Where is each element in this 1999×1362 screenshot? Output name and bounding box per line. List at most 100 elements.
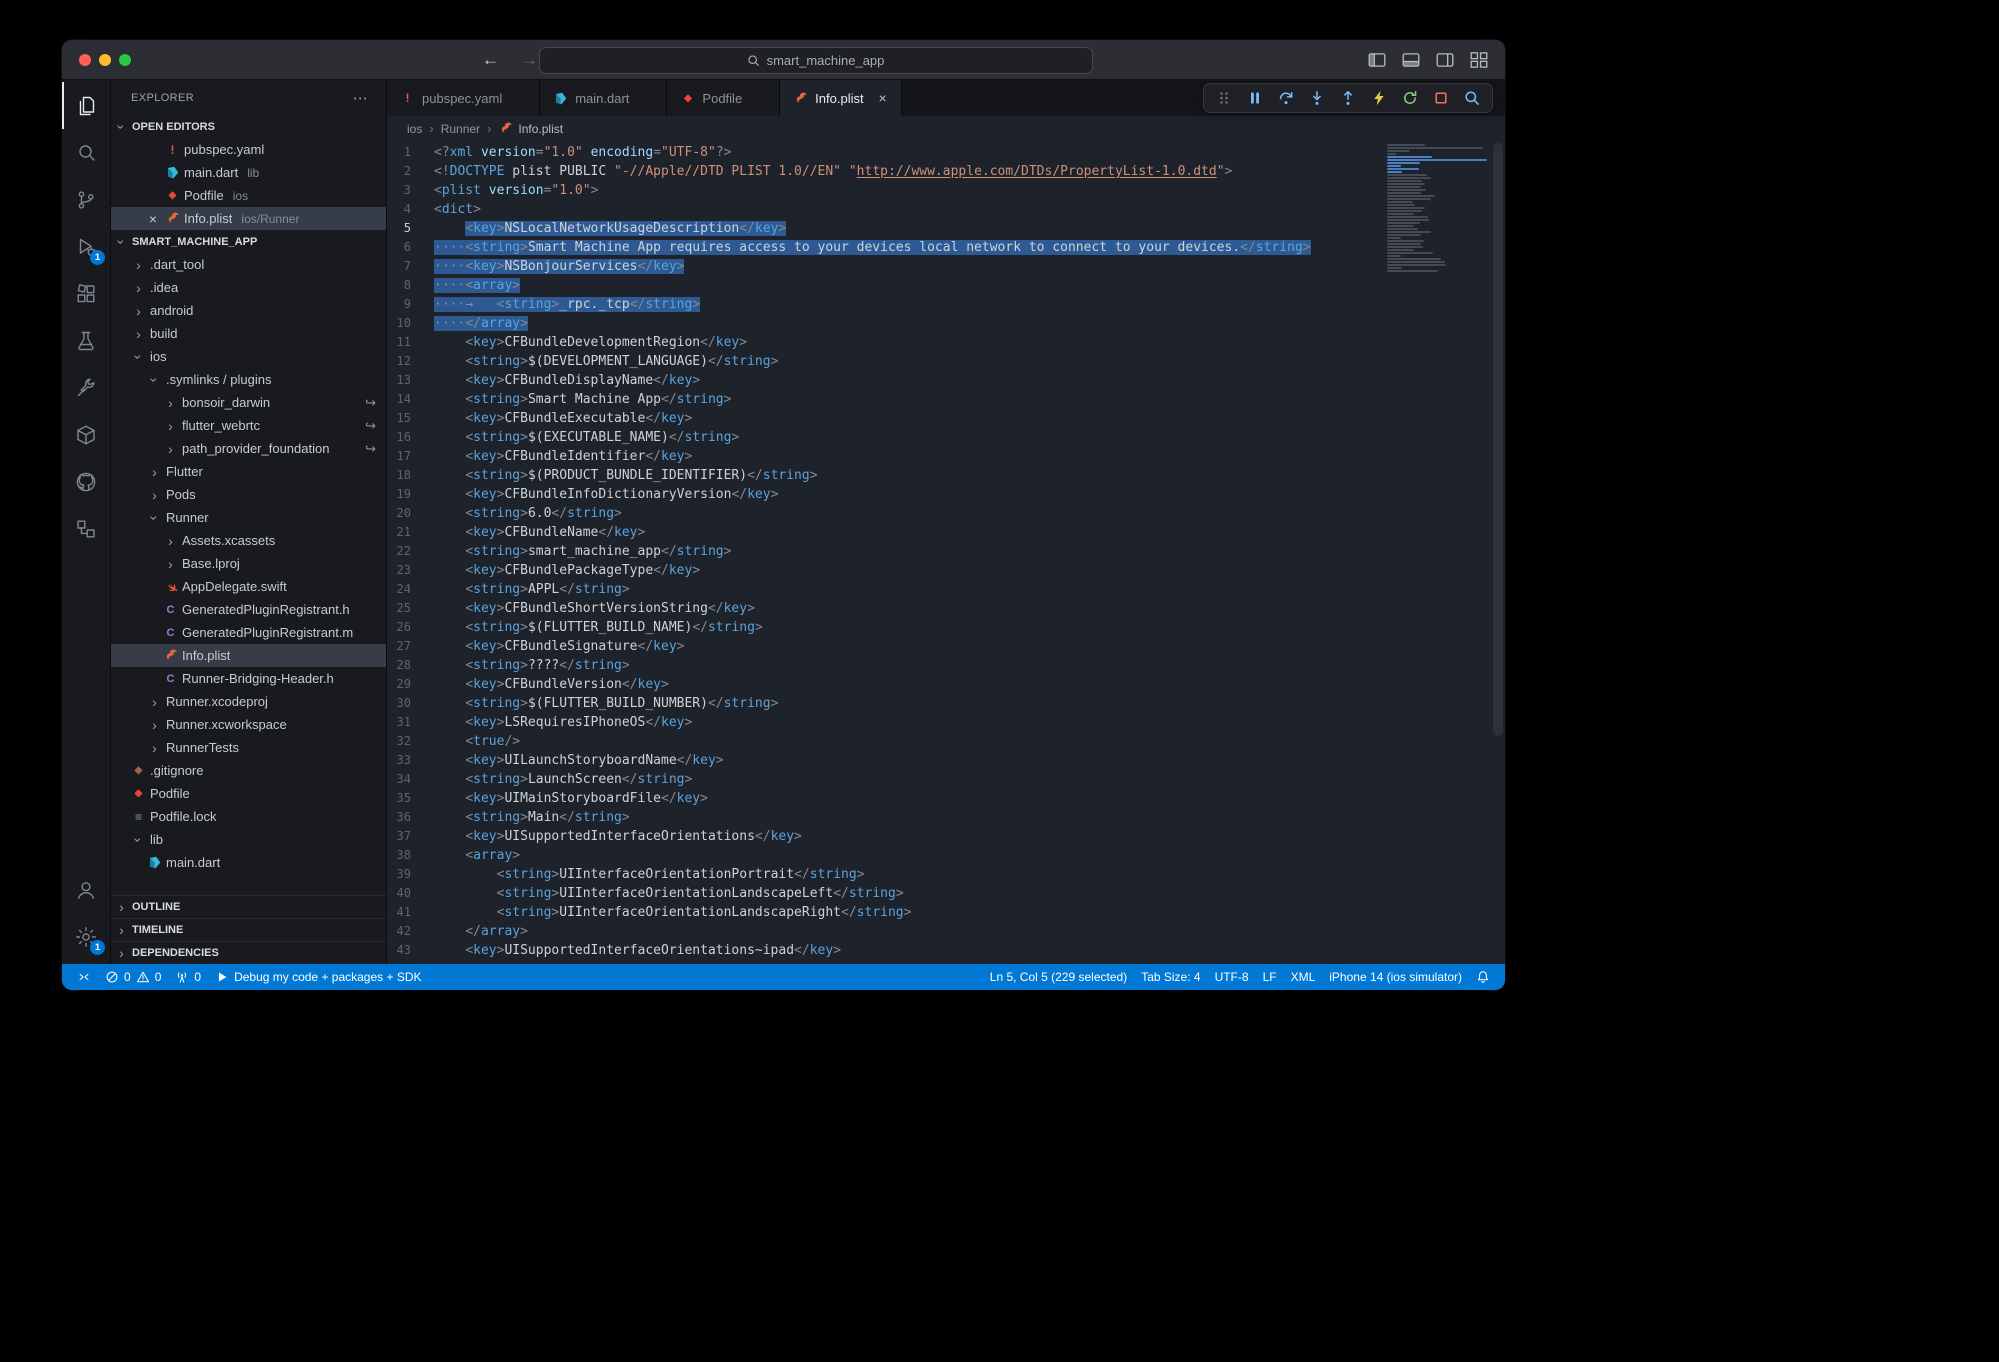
activity-github[interactable] <box>62 458 110 505</box>
close-tab-icon[interactable]: × <box>875 90 891 106</box>
workspace-header[interactable]: › SMART_MACHINE_APP <box>111 230 386 253</box>
code-line[interactable]: 41 <string>UIInterfaceOrientationLandsca… <box>387 903 1375 922</box>
more-actions-button[interactable]: ⋯ <box>353 89 368 107</box>
tree-item-dart-tool[interactable]: ›.dart_tool <box>111 253 386 276</box>
code-line[interactable]: 2<!DOCTYPE plist PUBLIC "-//Apple//DTD P… <box>387 162 1375 181</box>
status-encoding[interactable]: UTF-8 <box>1208 964 1256 990</box>
toggle-panel-button[interactable] <box>1401 50 1421 70</box>
tree-item-flutter[interactable]: ›Flutter <box>111 460 386 483</box>
activity-settings[interactable]: 1 <box>62 913 110 960</box>
code-line[interactable]: 13 <key>CFBundleDisplayName</key> <box>387 371 1375 390</box>
code-line[interactable]: 7····<key>NSBonjourServices</key> <box>387 257 1375 276</box>
section-dependencies[interactable]: ›DEPENDENCIES <box>111 941 386 964</box>
editor-content[interactable]: 1<?xml version="1.0" encoding="UTF-8"?>2… <box>387 143 1375 960</box>
code-line[interactable]: 9····→ <string>_rpc._tcp</string> <box>387 295 1375 314</box>
activity-accounts[interactable] <box>62 866 110 913</box>
toggle-secondary-sidebar-button[interactable] <box>1435 50 1455 70</box>
code-line[interactable]: 31 <key>LSRequiresIPhoneOS</key> <box>387 713 1375 732</box>
code-line[interactable]: 32 <true/> <box>387 732 1375 751</box>
code-line[interactable]: 38 <array> <box>387 846 1375 865</box>
breadcrumb-info-plist[interactable]: Info.plist <box>498 121 563 136</box>
status-problems[interactable]: 00 <box>98 964 168 990</box>
tree-item-runner[interactable]: ›Runner <box>111 506 386 529</box>
activity-search[interactable] <box>62 129 110 176</box>
activity-containers[interactable] <box>62 411 110 458</box>
zoom-window-button[interactable] <box>119 54 131 66</box>
debug-stop-button[interactable] <box>1433 90 1449 106</box>
status-flutter-device[interactable]: iPhone 14 (ios simulator) <box>1322 964 1469 990</box>
code-line[interactable]: 26 <string>$(FLUTTER_BUILD_NAME)</string… <box>387 618 1375 637</box>
tree-item-appdelegate-swift[interactable]: AppDelegate.swift <box>111 575 386 598</box>
code-line[interactable]: 28 <string>????</string> <box>387 656 1375 675</box>
open-editor-main-dart[interactable]: main.dartlib <box>111 161 386 184</box>
editor-scrollbar[interactable] <box>1491 141 1505 964</box>
status-debug-configuration[interactable]: Debug my code + packages + SDK <box>208 964 428 990</box>
tree-item-flutter-webrtc[interactable]: ›flutter_webrtc↪ <box>111 414 386 437</box>
open-editor-info-plist[interactable]: ×Info.plistios/Runner <box>111 207 386 230</box>
tree-item-info-plist[interactable]: Info.plist <box>111 644 386 667</box>
status-notifications[interactable] <box>1469 964 1497 990</box>
activity-testing[interactable] <box>62 317 110 364</box>
activity-extensions[interactable] <box>62 270 110 317</box>
code-line[interactable]: 8····<array> <box>387 276 1375 295</box>
tree-item-gitignore[interactable]: ◆.gitignore <box>111 759 386 782</box>
code-line[interactable]: 20 <string>6.0</string> <box>387 504 1375 523</box>
editor[interactable]: 1<?xml version="1.0" encoding="UTF-8"?>2… <box>387 141 1505 964</box>
scrollbar-thumb[interactable] <box>1493 143 1503 736</box>
code-line[interactable]: 1<?xml version="1.0" encoding="UTF-8"?> <box>387 143 1375 162</box>
tree-item-generatedpluginregistrant-m[interactable]: CGeneratedPluginRegistrant.m <box>111 621 386 644</box>
code-line[interactable]: 27 <key>CFBundleSignature</key> <box>387 637 1375 656</box>
code-line[interactable]: 30 <string>$(FLUTTER_BUILD_NUMBER)</stri… <box>387 694 1375 713</box>
status-cursor-position[interactable]: Ln 5, Col 5 (229 selected) <box>983 964 1134 990</box>
status-ports[interactable]: 0 <box>168 964 208 990</box>
code-line[interactable]: 42 </array> <box>387 922 1375 941</box>
status-remote-indicator[interactable] <box>70 964 98 990</box>
status-eol[interactable]: LF <box>1256 964 1284 990</box>
tree-item-ios[interactable]: ›ios <box>111 345 386 368</box>
close-editor-button[interactable]: × <box>145 211 161 227</box>
code-line[interactable]: 35 <key>UIMainStoryboardFile</key> <box>387 789 1375 808</box>
breadcrumb-runner[interactable]: Runner <box>441 122 480 136</box>
activity-source-control[interactable] <box>62 176 110 223</box>
open-editor-podfile[interactable]: ◆Podfileios <box>111 184 386 207</box>
code-line[interactable]: 25 <key>CFBundleShortVersionString</key> <box>387 599 1375 618</box>
toggle-primary-sidebar-button[interactable] <box>1367 50 1387 70</box>
minimize-window-button[interactable] <box>99 54 111 66</box>
tree-item-path-provider-foundation[interactable]: ›path_provider_foundation↪ <box>111 437 386 460</box>
minimap[interactable] <box>1387 144 1489 273</box>
code-line[interactable]: 17 <key>CFBundleIdentifier</key> <box>387 447 1375 466</box>
code-line[interactable]: 12 <string>$(DEVELOPMENT_LANGUAGE)</stri… <box>387 352 1375 371</box>
open-editors-header[interactable]: › OPEN EDITORS <box>111 115 386 138</box>
command-center-search[interactable]: smart_machine_app <box>539 47 1093 74</box>
code-line[interactable]: 21 <key>CFBundleName</key> <box>387 523 1375 542</box>
debug-restart-button[interactable] <box>1402 90 1418 106</box>
code-line[interactable]: 34 <string>LaunchScreen</string> <box>387 770 1375 789</box>
status-indentation[interactable]: Tab Size: 4 <box>1134 964 1207 990</box>
activity-run-and-debug[interactable]: 1 <box>62 223 110 270</box>
open-editor-pubspec-yaml[interactable]: !pubspec.yaml <box>111 138 386 161</box>
tree-item-android[interactable]: ›android <box>111 299 386 322</box>
code-line[interactable]: 43 <key>UISupportedInterfaceOrientations… <box>387 941 1375 960</box>
go-back-button[interactable]: ← <box>482 50 499 70</box>
code-line[interactable]: 14 <string>Smart Machine App</string> <box>387 390 1375 409</box>
activity-explorer[interactable] <box>62 82 110 129</box>
tree-item-symlinks-plugins[interactable]: ›.symlinks / plugins <box>111 368 386 391</box>
tree-item-runnertests[interactable]: ›RunnerTests <box>111 736 386 759</box>
code-line[interactable]: 33 <key>UILaunchStoryboardName</key> <box>387 751 1375 770</box>
code-line[interactable]: 10····</array> <box>387 314 1375 333</box>
code-line[interactable]: 5 <key>NSLocalNetworkUsageDescription</k… <box>387 219 1375 238</box>
tab-pubspec-yaml[interactable]: !pubspec.yaml× <box>387 80 540 116</box>
code-line[interactable]: 3<plist version="1.0"> <box>387 181 1375 200</box>
code-line[interactable]: 15 <key>CFBundleExecutable</key> <box>387 409 1375 428</box>
tree-item-runner-bridging-header-h[interactable]: CRunner-Bridging-Header.h <box>111 667 386 690</box>
code-line[interactable]: 18 <string>$(PRODUCT_BUNDLE_IDENTIFIER)<… <box>387 466 1375 485</box>
tree-item-lib[interactable]: ›lib <box>111 828 386 851</box>
tree-item-bonsoir-darwin[interactable]: ›bonsoir_darwin↪ <box>111 391 386 414</box>
code-line[interactable]: 29 <key>CFBundleVersion</key> <box>387 675 1375 694</box>
tree-item-podfile[interactable]: ◆Podfile <box>111 782 386 805</box>
debug-step-over-button[interactable] <box>1278 90 1294 106</box>
tree-item-generatedpluginregistrant-h[interactable]: CGeneratedPluginRegistrant.h <box>111 598 386 621</box>
tree-item-pods[interactable]: ›Pods <box>111 483 386 506</box>
tree-item-main-dart[interactable]: main.dart <box>111 851 386 874</box>
go-forward-button[interactable]: → <box>521 50 538 70</box>
